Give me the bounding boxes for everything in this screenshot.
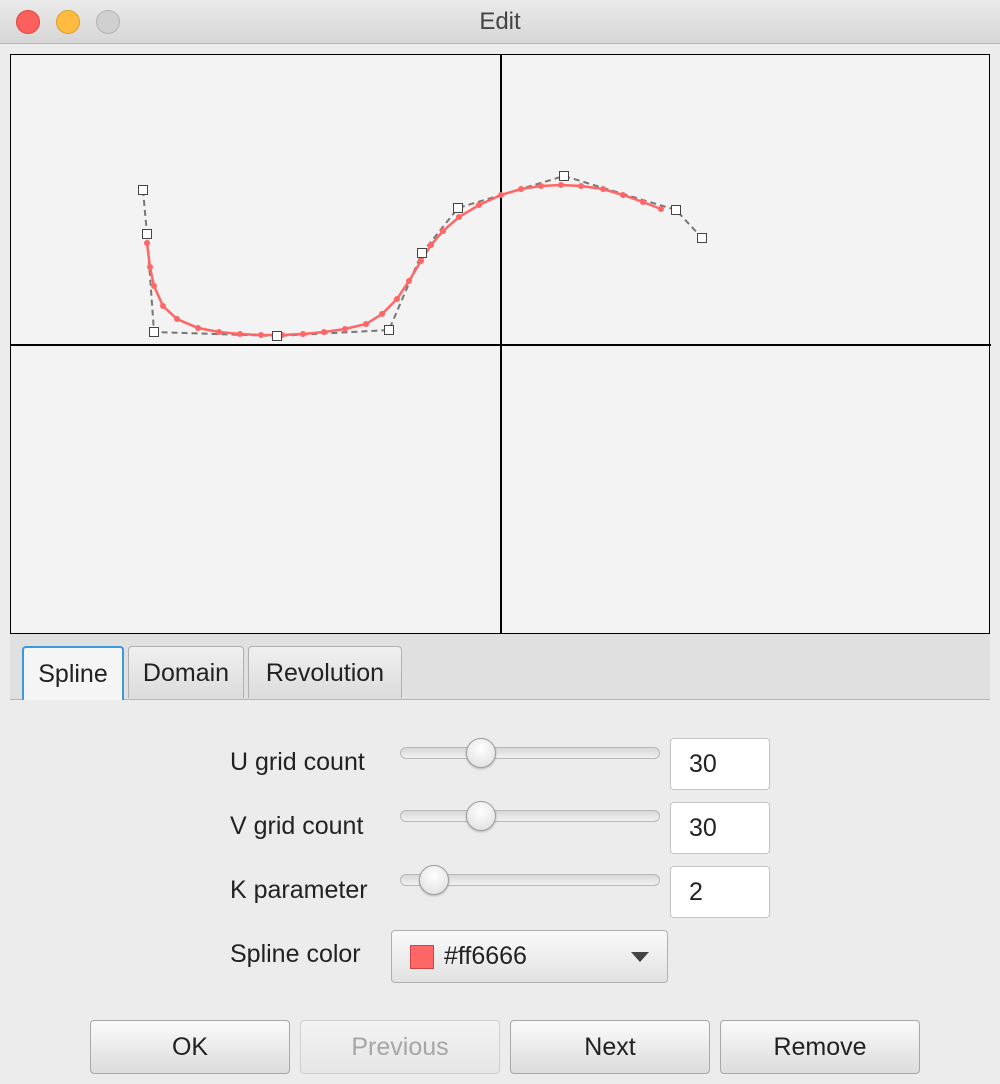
- spline-sample-point: [620, 192, 626, 198]
- control-point-handle[interactable]: [149, 327, 159, 337]
- spline-sample-point: [216, 329, 222, 335]
- slider-track: [400, 747, 660, 759]
- spline-sample-point: [237, 331, 243, 337]
- v-grid-count-field[interactable]: 30: [670, 802, 770, 854]
- k-parameter-slider[interactable]: [400, 861, 660, 901]
- v-grid-count-label: V grid count: [230, 812, 364, 840]
- spline-sample-point: [406, 278, 412, 284]
- spline-canvas[interactable]: [10, 54, 991, 635]
- k-parameter-label: K parameter: [230, 876, 368, 904]
- viewport-grid: [11, 55, 991, 635]
- control-point-handle[interactable]: [697, 233, 707, 243]
- next-button[interactable]: Next: [510, 1020, 710, 1074]
- slider-track: [400, 810, 660, 822]
- slider-thumb[interactable]: [465, 801, 496, 831]
- remove-button[interactable]: Remove: [720, 1020, 920, 1074]
- spline-sample-point: [476, 202, 482, 208]
- color-swatch: [410, 945, 434, 969]
- spline-sample-point: [258, 332, 264, 338]
- spline-color-label: Spline color: [230, 940, 361, 968]
- spline-sample-point: [456, 214, 462, 220]
- spline-sample-point: [321, 329, 327, 335]
- k-parameter-field[interactable]: 2: [670, 866, 770, 918]
- spline-sample-point: [342, 326, 348, 332]
- spline-sample-point: [640, 199, 646, 205]
- spline-sample-point: [418, 258, 424, 264]
- control-point-handle[interactable]: [142, 229, 152, 239]
- slider-thumb[interactable]: [465, 738, 496, 768]
- spline-sample-point: [600, 186, 606, 192]
- spline-sample-point: [147, 264, 153, 270]
- spline-sample-point: [658, 206, 664, 212]
- window-title: Edit: [479, 8, 521, 35]
- spline-curve: [145, 183, 662, 337]
- spline-sample-point: [440, 228, 446, 234]
- spline-sample-point: [394, 296, 400, 302]
- chevron-down-icon: [631, 952, 649, 962]
- spline-sample-point: [160, 303, 166, 309]
- spline-sample-point: [538, 183, 544, 189]
- color-value: #ff6666: [444, 942, 527, 970]
- control-point-handle[interactable]: [559, 171, 569, 181]
- spline-sample-point: [144, 240, 150, 246]
- tab-revolution[interactable]: Revolution: [248, 646, 402, 698]
- previous-button[interactable]: Previous: [300, 1020, 500, 1074]
- control-point-handle[interactable]: [384, 325, 394, 335]
- tab-bar: Spline Domain Revolution: [10, 634, 990, 700]
- u-grid-count-label: U grid count: [230, 748, 365, 776]
- slider-thumb[interactable]: [418, 865, 449, 895]
- u-grid-count-field[interactable]: 30: [670, 738, 770, 790]
- spline-sample-point: [498, 192, 504, 198]
- tab-spline[interactable]: Spline: [22, 646, 124, 700]
- spline-sample-point: [300, 331, 306, 337]
- spline-sample-point: [578, 183, 584, 189]
- u-grid-count-slider[interactable]: [400, 734, 660, 774]
- title-bar: Edit: [0, 0, 1000, 44]
- ok-button[interactable]: OK: [90, 1020, 290, 1074]
- control-point-handle[interactable]: [272, 331, 282, 341]
- spline-sample-point: [363, 321, 369, 327]
- spline-sample-point: [518, 186, 524, 192]
- v-grid-count-slider[interactable]: [400, 797, 660, 837]
- control-point-handle[interactable]: [138, 185, 148, 195]
- spline-sample-point: [379, 311, 385, 317]
- control-point-handle[interactable]: [417, 248, 427, 258]
- spline-sample-point: [174, 316, 180, 322]
- spline-sample-point: [428, 242, 434, 248]
- spline-sample-point: [151, 283, 157, 289]
- control-point-handle[interactable]: [671, 205, 681, 215]
- spline-color-picker[interactable]: #ff6666: [391, 930, 668, 983]
- spline-sample-point: [558, 182, 564, 188]
- tab-domain[interactable]: Domain: [128, 646, 244, 698]
- spline-sample-point: [195, 325, 201, 331]
- control-point-handle[interactable]: [453, 203, 463, 213]
